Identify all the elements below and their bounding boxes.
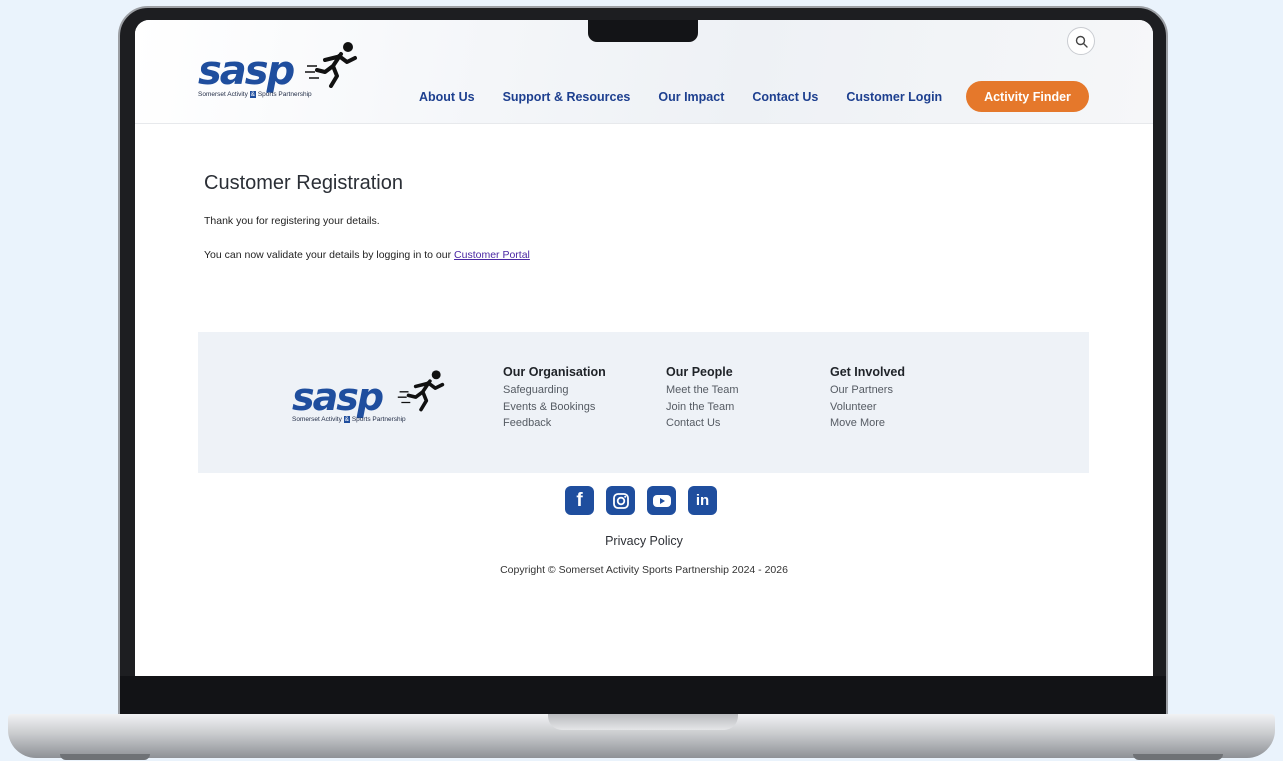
logo-tagline: Somerset Activity & Sports Partnership — [292, 416, 406, 423]
camera-notch — [588, 20, 698, 42]
validate-message: You can now validate your details by log… — [204, 249, 530, 261]
linkedin-icon[interactable]: in — [688, 486, 717, 515]
copyright-text: Copyright © Somerset Activity Sports Par… — [500, 564, 788, 576]
footer-col-get-involved: Get Involved Our Partners Volunteer Move… — [830, 365, 905, 432]
nav-our-impact[interactable]: Our Impact — [658, 90, 724, 104]
page-title: Customer Registration — [204, 172, 403, 194]
footer-link-meet-team[interactable]: Meet the Team — [666, 382, 739, 399]
browser-screen: sasp Somerset Activity & Sports Partners… — [135, 20, 1153, 676]
nav-customer-login[interactable]: Customer Login — [846, 90, 942, 104]
logo-tagline: Somerset Activity & Sports Partnership — [198, 91, 312, 98]
logo-wordmark: sasp — [292, 375, 384, 419]
runner-logo-icon — [305, 42, 357, 88]
validate-text: You can now validate your details by log… — [204, 249, 455, 261]
laptop-chin — [120, 676, 1166, 716]
tagline-part: Sports Partnership — [257, 91, 312, 98]
youtube-icon[interactable] — [647, 486, 676, 515]
footer-logo[interactable]: sasp Somerset Activity & Sports Partners… — [292, 378, 406, 423]
main-nav: About Us Support & Resources Our Impact … — [419, 90, 942, 104]
footer-link-feedback[interactable]: Feedback — [503, 415, 606, 432]
instagram-icon[interactable] — [606, 486, 635, 515]
laptop-foot-right — [1133, 754, 1223, 760]
footer-col-people: Our People Meet the Team Join the Team C… — [666, 365, 739, 432]
nav-contact-us[interactable]: Contact Us — [752, 90, 818, 104]
search-button[interactable] — [1067, 27, 1095, 55]
runner-logo-icon — [397, 370, 445, 412]
footer-link-volunteer[interactable]: Volunteer — [830, 399, 905, 416]
nav-about-us[interactable]: About Us — [419, 90, 475, 104]
customer-portal-link[interactable]: Customer Portal — [454, 249, 530, 261]
tagline-part: Sports Partnership — [351, 416, 406, 423]
footer-link-partners[interactable]: Our Partners — [830, 382, 905, 399]
activity-finder-button[interactable]: Activity Finder — [966, 81, 1089, 112]
tagline-amp: & — [343, 416, 351, 423]
logo-wordmark: sasp — [198, 48, 295, 94]
thanks-message: Thank you for registering your details. — [204, 215, 380, 227]
tagline-part: Somerset Activity — [292, 416, 342, 423]
footer-link-events-bookings[interactable]: Events & Bookings — [503, 399, 606, 416]
footer-heading: Our Organisation — [503, 365, 606, 379]
laptop-thumb-notch — [548, 714, 738, 730]
footer-heading: Our People — [666, 365, 733, 379]
tagline-amp: & — [249, 91, 257, 98]
footer-link-move-more[interactable]: Move More — [830, 415, 905, 432]
social-links: f in — [565, 486, 717, 515]
nav-support-resources[interactable]: Support & Resources — [503, 90, 631, 104]
tagline-part: Somerset Activity — [198, 91, 248, 98]
footer-panel: sasp Somerset Activity & Sports Partners… — [198, 332, 1089, 473]
footer-link-safeguarding[interactable]: Safeguarding — [503, 382, 606, 399]
footer-heading: Get Involved — [830, 365, 906, 379]
header-logo[interactable]: sasp Somerset Activity & Sports Partners… — [198, 51, 312, 98]
footer-link-join-team[interactable]: Join the Team — [666, 399, 739, 416]
main-content: Customer Registration — [204, 172, 403, 195]
search-icon — [1075, 35, 1088, 48]
facebook-icon[interactable]: f — [565, 486, 594, 515]
privacy-policy-link[interactable]: Privacy Policy — [135, 534, 1153, 548]
laptop-foot-left — [60, 754, 150, 760]
footer-link-contact-us[interactable]: Contact Us — [666, 415, 739, 432]
footer-col-organisation: Our Organisation Safeguarding Events & B… — [503, 365, 606, 432]
